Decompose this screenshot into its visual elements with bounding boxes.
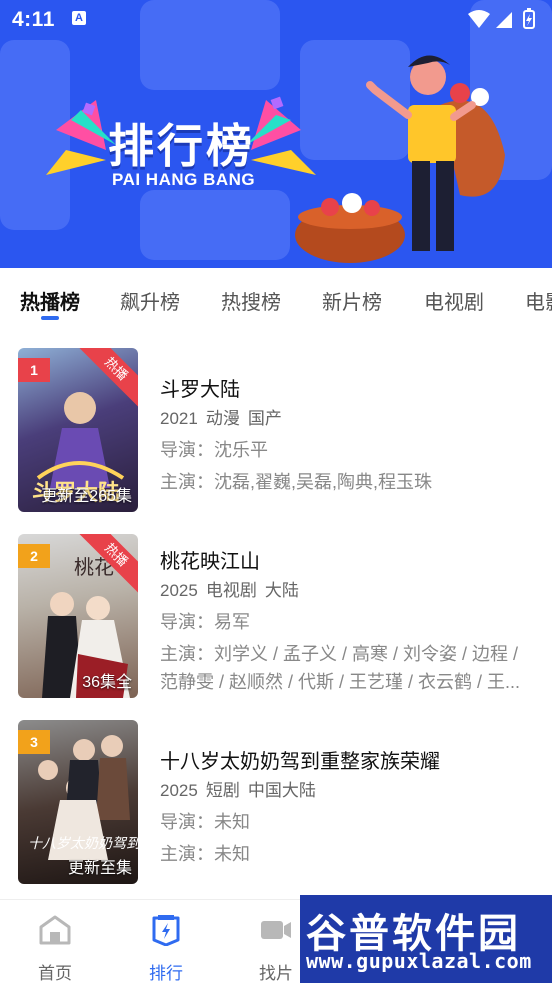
item-director: 导演：沈乐平	[160, 440, 268, 460]
list-item[interactable]: 斗罗大陆 1 热播 更新至265集 斗罗大陆 2021 动漫 国产 导演：沈乐平 主…	[0, 348, 552, 514]
watermark-url-text: www.gupuxlazal.com	[306, 949, 532, 973]
tab-rising[interactable]: 飙升榜	[120, 286, 180, 315]
video-camera-icon	[261, 921, 291, 939]
item-meta: 2021 动漫 国产	[160, 409, 282, 428]
list-item[interactable]: 十八岁太奶奶驾到 3 更新至集 十八岁太奶奶驾到重整家族荣耀 2025 短剧 中国大…	[0, 720, 552, 886]
tab-new-release[interactable]: 新片榜	[322, 286, 382, 315]
item-director: 导演：易军	[160, 612, 250, 632]
item-cast: 主演：未知	[160, 844, 250, 864]
rank-badge: 2	[18, 544, 50, 568]
item-title[interactable]: 斗罗大陆	[160, 373, 240, 402]
nav-home[interactable]: 首页	[15, 914, 95, 983]
character-illustration-icon	[295, 55, 505, 263]
active-tab-indicator	[41, 316, 59, 320]
notification-a-icon: A	[72, 11, 86, 25]
home-icon	[39, 915, 71, 945]
banner-subtitle: PAI HANG BANG	[112, 170, 256, 189]
episode-badge: 更新至265集	[41, 488, 132, 505]
item-cast-continued: 范静雯 / 赵顺然 / 代斯 / 王艺瑾 / 衣云鹤 / 王...	[160, 672, 521, 692]
rank-badge: 3	[18, 730, 50, 754]
tab-hot-search[interactable]: 热搜榜	[221, 286, 281, 315]
poster-image[interactable]: 斗罗大陆 1 热播 更新至265集	[18, 348, 138, 512]
poster-image[interactable]: 十八岁太奶奶驾到 3 更新至集	[18, 720, 138, 884]
tab-movie[interactable]: 电影	[525, 286, 552, 315]
status-bar: 4:11 A	[0, 0, 552, 38]
system-status-icons	[468, 8, 535, 29]
tab-tv-series[interactable]: 电视剧	[424, 286, 484, 315]
tab-hot-play[interactable]: 热播榜	[20, 286, 80, 315]
item-director: 导演：未知	[160, 812, 250, 832]
nav-ranking-label: 排行	[149, 964, 183, 983]
item-title[interactable]: 桃花映江山	[160, 545, 260, 574]
episode-badge: 更新至集	[67, 860, 132, 877]
ranking-banner: 排行榜 PAI HANG BANG 4:11 A	[0, 0, 552, 268]
item-meta: 2025 短剧 中国大陆	[160, 781, 316, 800]
nav-home-label: 首页	[38, 964, 72, 983]
item-cast: 主演：沈磊,翟巍,吴磊,陶典,程玉珠	[160, 472, 433, 492]
rank-badge: 1	[18, 358, 50, 382]
item-meta: 2025 电视剧 大陆	[160, 581, 299, 600]
banner-bg-shape	[140, 190, 290, 260]
signal-icon	[496, 12, 512, 28]
svg-text:十八岁太奶奶驾到: 十八岁太奶奶驾到	[28, 836, 138, 852]
banner-title: 排行榜	[108, 120, 255, 172]
list-item[interactable]: 桃花 2 热播 36集全 桃花映江山 2025 电视剧 大陆 导演：易军 主演：刘学…	[0, 534, 552, 700]
site-watermark: 谷普软件园 www.gupuxlazal.com	[300, 895, 552, 983]
ranking-icon	[152, 915, 180, 947]
poster-image[interactable]: 桃花 2 热播 36集全	[18, 534, 138, 698]
item-cast: 主演：刘学义 / 孟子义 / 高寒 / 刘令姿 / 边程 /	[160, 644, 519, 664]
episode-badge: 36集全	[82, 674, 132, 691]
item-title[interactable]: 十八岁太奶奶驾到重整家族荣耀	[160, 745, 440, 774]
wifi-icon	[468, 10, 490, 28]
nav-ranking[interactable]: 排行	[126, 914, 206, 983]
status-time: 4:11	[12, 8, 55, 31]
